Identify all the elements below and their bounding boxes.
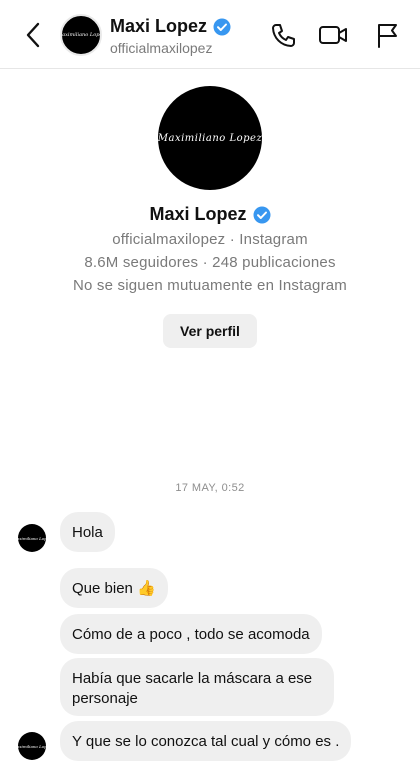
message-bubble[interactable]: Que bien 👍	[60, 568, 168, 608]
phone-icon	[272, 24, 295, 47]
flag-icon	[378, 24, 397, 48]
profile-stats: 8.6M seguidores · 248 publicaciones	[84, 254, 336, 271]
message-bubble[interactable]: Y que se lo conozca tal cual y cómo es .	[60, 721, 352, 761]
sender-avatar[interactable]: Maximiliano Lopez	[18, 732, 46, 760]
chat-header: Maximiliano Lopez Maxi Lopez officialmax…	[0, 0, 420, 69]
chevron-left-icon	[26, 22, 40, 48]
profile-handle: officialmaxilopez · Instagram	[112, 231, 308, 248]
video-call-button[interactable]	[318, 20, 348, 50]
profile-card: Maximiliano Lopez Maxi Lopez officialmax…	[0, 86, 420, 348]
header-name: Maxi Lopez	[110, 16, 208, 36]
call-button[interactable]	[268, 20, 298, 50]
video-camera-icon	[319, 26, 347, 44]
avatar-signature: Maximiliano Lopez	[18, 743, 46, 749]
avatar-signature: Maximiliano Lopez	[157, 132, 263, 144]
message-bubble[interactable]: Cómo de a poco , todo se acomoda	[60, 614, 322, 654]
report-button[interactable]	[372, 20, 402, 50]
avatar-signature: Maximiliano Lopez	[60, 32, 100, 38]
view-profile-button[interactable]: Ver perfil	[163, 314, 257, 348]
back-button[interactable]	[18, 18, 48, 52]
sender-avatar[interactable]: Maximiliano Lopez	[18, 524, 46, 552]
message-bubble[interactable]: Había que sacarle la máscara a ese perso…	[60, 658, 334, 716]
verified-badge-icon	[253, 206, 271, 224]
header-name-row[interactable]: Maxi Lopez	[110, 16, 231, 37]
avatar-signature: Maximiliano Lopez	[18, 535, 46, 541]
profile-name: Maxi Lopez	[149, 204, 247, 224]
header-username: officialmaxilopez	[110, 40, 213, 56]
profile-avatar[interactable]: Maximiliano Lopez	[158, 86, 262, 190]
message-bubble[interactable]: Hola	[60, 512, 115, 552]
profile-mutual-status: No se siguen mutuamente en Instagram	[72, 277, 347, 294]
profile-name-row: Maxi Lopez	[0, 204, 420, 225]
message-timestamp: 17 MAY, 0:52	[175, 482, 245, 494]
verified-badge-icon	[213, 18, 231, 36]
header-avatar[interactable]: Maximiliano Lopez	[60, 14, 102, 56]
